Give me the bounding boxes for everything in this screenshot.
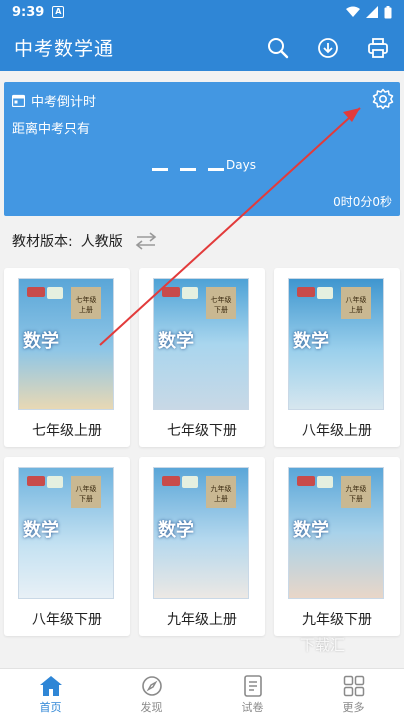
nav-discover[interactable]: 发现 bbox=[101, 669, 202, 720]
book-card-7b[interactable]: 七年级 下册 数学 七年级下册 bbox=[139, 268, 265, 447]
nav-discover-label: 发现 bbox=[140, 700, 163, 714]
book-cover-image: 八年级 上册 数学 bbox=[288, 278, 384, 410]
app-bar: 中考数学通 bbox=[0, 24, 404, 71]
nav-home-label: 首页 bbox=[39, 700, 62, 714]
download-icon bbox=[318, 37, 338, 58]
version-label: 教材版本: bbox=[12, 234, 73, 250]
calendar-icon bbox=[12, 94, 25, 107]
countdown-header: 中考倒计时 bbox=[12, 91, 96, 110]
cover-grade: 九年级 下册 bbox=[341, 476, 371, 508]
countdown-days-value bbox=[152, 168, 224, 171]
countdown-card: 中考倒计时 距离中考只有 Days 0时0分0秒 bbox=[4, 82, 400, 216]
battery-icon bbox=[384, 5, 392, 18]
printer-icon bbox=[368, 37, 388, 58]
book-label: 七年级上册 bbox=[32, 423, 102, 439]
nav-papers[interactable]: 试卷 bbox=[202, 669, 303, 720]
swap-icon[interactable] bbox=[135, 232, 157, 250]
book-card-7a[interactable]: 七年级 上册 数学 七年级上册 bbox=[4, 268, 130, 447]
wifi-icon bbox=[346, 6, 360, 17]
search-button[interactable] bbox=[266, 36, 290, 60]
book-label: 七年级下册 bbox=[167, 423, 237, 439]
settings-gear-icon[interactable] bbox=[372, 88, 394, 110]
cover-grade: 八年级 下册 bbox=[71, 476, 101, 508]
cover-title: 数学 bbox=[23, 331, 59, 352]
grid-icon bbox=[343, 675, 364, 696]
search-icon bbox=[268, 37, 289, 58]
book-cover-image: 九年级 上册 数学 bbox=[153, 467, 249, 599]
cover-title: 数学 bbox=[158, 520, 194, 541]
nav-papers-label: 试卷 bbox=[241, 700, 264, 714]
cover-grade: 八年级 上册 bbox=[341, 287, 371, 319]
version-value: 人教版 bbox=[80, 234, 123, 250]
nav-more-label: 更多 bbox=[342, 700, 365, 714]
cover-grade: 九年级 上册 bbox=[206, 476, 236, 508]
app-title: 中考数学通 bbox=[14, 38, 115, 60]
nav-home[interactable]: 首页 bbox=[0, 669, 101, 720]
book-label: 八年级下册 bbox=[32, 612, 102, 628]
bottom-nav: 首页 发现 试卷 更多 bbox=[0, 668, 404, 720]
countdown-time-left: 0时0分0秒 bbox=[333, 195, 392, 209]
download-button[interactable] bbox=[316, 36, 340, 60]
watermark-text: 下载汇 bbox=[300, 636, 346, 654]
status-indicators bbox=[346, 5, 392, 19]
cover-title: 数学 bbox=[293, 331, 329, 352]
cover-title: 数学 bbox=[293, 520, 329, 541]
textbook-version-row: 教材版本: 人教版 bbox=[12, 231, 157, 251]
notification-a-icon: A bbox=[52, 6, 65, 18]
cover-title: 数学 bbox=[23, 520, 59, 541]
countdown-title: 中考倒计时 bbox=[31, 95, 97, 110]
signal-icon bbox=[366, 6, 378, 18]
print-button[interactable] bbox=[366, 36, 390, 60]
book-label: 九年级上册 bbox=[167, 612, 237, 628]
home-icon bbox=[39, 675, 62, 696]
book-label: 九年级下册 bbox=[302, 612, 372, 628]
book-cover-image: 九年级 下册 数学 bbox=[288, 467, 384, 599]
book-card-9b[interactable]: 九年级 下册 数学 九年级下册 bbox=[274, 457, 400, 636]
book-cover-image: 七年级 下册 数学 bbox=[153, 278, 249, 410]
app-actions bbox=[266, 36, 390, 60]
cover-grade: 七年级 上册 bbox=[71, 287, 101, 319]
book-label: 八年级上册 bbox=[302, 423, 372, 439]
status-bar: 9:39 A bbox=[0, 0, 404, 24]
days-label: Days bbox=[226, 158, 256, 172]
compass-icon bbox=[141, 675, 162, 696]
book-card-9a[interactable]: 九年级 上册 数学 九年级上册 bbox=[139, 457, 265, 636]
cover-title: 数学 bbox=[158, 331, 194, 352]
book-cover-image: 七年级 上册 数学 bbox=[18, 278, 114, 410]
countdown-subtitle: 距离中考只有 bbox=[12, 122, 91, 137]
book-card-8a[interactable]: 八年级 上册 数学 八年级上册 bbox=[274, 268, 400, 447]
nav-more[interactable]: 更多 bbox=[303, 669, 404, 720]
paper-icon bbox=[243, 674, 262, 697]
cover-grade: 七年级 下册 bbox=[206, 287, 236, 319]
book-card-8b[interactable]: 八年级 下册 数学 八年级下册 bbox=[4, 457, 130, 636]
status-time: 9:39 bbox=[12, 4, 45, 20]
book-cover-image: 八年级 下册 数学 bbox=[18, 467, 114, 599]
